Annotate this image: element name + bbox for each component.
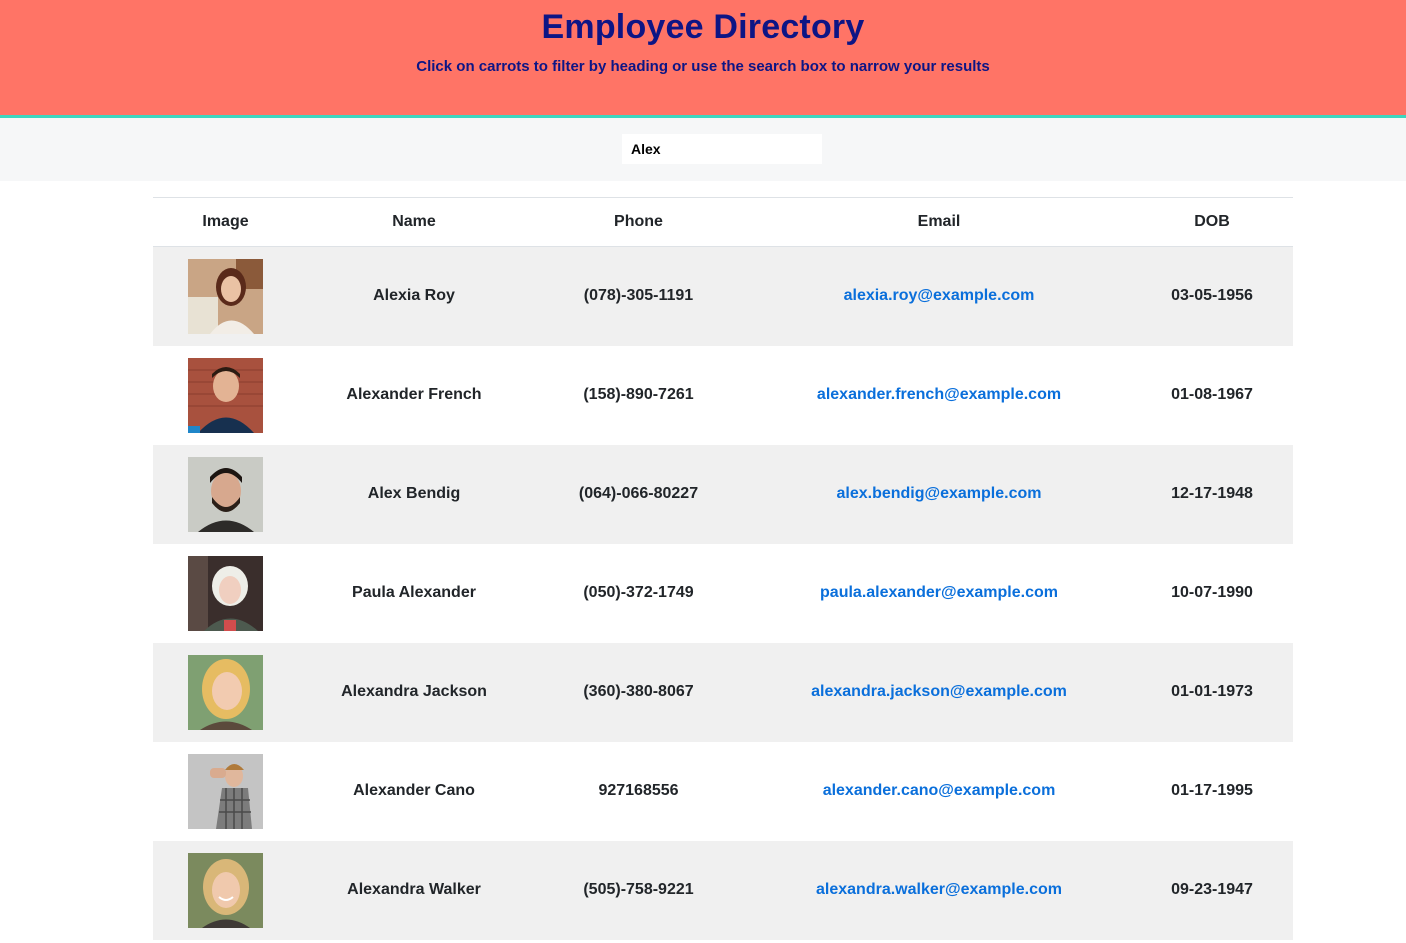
table-row: Alexander Cano 927168556 alexander.cano@ex… xyxy=(153,742,1293,841)
portrait-man-beard-icon xyxy=(188,456,263,532)
employee-email-link[interactable]: alexandra.jackson@example.com xyxy=(811,683,1067,700)
column-header-email[interactable]: Email xyxy=(747,198,1131,247)
employee-email-link[interactable]: alexander.cano@example.com xyxy=(823,782,1056,799)
employee-email-link[interactable]: alexandra.walker@example.com xyxy=(816,881,1062,898)
image-cell xyxy=(153,841,298,940)
email-cell: alex.bendig@example.com xyxy=(747,445,1131,544)
table-row: Paula Alexander (050)-372-1749 paula.alexa… xyxy=(153,544,1293,643)
table-row: Alexandra Jackson (360)-380-8067 alexandra… xyxy=(153,642,1293,742)
employee-phone: (505)-758-9221 xyxy=(583,881,694,898)
table-body: Alexia Roy (078)-305-1191 alexia.roy@examp… xyxy=(153,246,1293,940)
portrait-woman-platinum-hair-icon xyxy=(188,555,263,631)
portrait-woman-brown-hair-icon xyxy=(188,258,263,334)
employee-dob: 01-17-1995 xyxy=(1171,782,1253,799)
employee-email-link[interactable]: alexia.roy@example.com xyxy=(844,287,1035,304)
search-bar xyxy=(0,118,1406,181)
email-cell: alexia.roy@example.com xyxy=(747,247,1131,346)
employee-dob: 12-17-1948 xyxy=(1171,485,1253,502)
employee-email-link[interactable]: alex.bendig@example.com xyxy=(836,485,1041,502)
table-row: Alexandra Walker (505)-758-9221 alexandra.… xyxy=(153,840,1293,940)
page-title: Employee Directory xyxy=(541,8,865,46)
employee-name: Alexia Roy xyxy=(373,287,455,305)
image-cell xyxy=(153,247,298,346)
image-cell xyxy=(153,742,298,841)
image-cell xyxy=(153,346,298,445)
employee-phone: (078)-305-1191 xyxy=(583,287,694,305)
table-row: Alexia Roy (078)-305-1191 alexia.roy@examp… xyxy=(153,246,1293,346)
employee-table: Image Name Phone Email DOB Alexia Roy (07… xyxy=(153,197,1293,940)
column-header-image[interactable]: Image xyxy=(153,198,298,247)
portrait-man-brick-wall-icon xyxy=(188,357,263,433)
table-row: Alex Bendig (064)-066-80227 alex.bendig@ex… xyxy=(153,444,1293,544)
email-cell: alexander.cano@example.com xyxy=(747,742,1131,841)
employee-dob: 10-07-1990 xyxy=(1171,584,1253,601)
image-cell xyxy=(153,544,298,643)
image-cell xyxy=(153,643,298,742)
employee-phone: (158)-890-7261 xyxy=(583,386,694,403)
email-cell: alexandra.walker@example.com xyxy=(747,841,1131,940)
portrait-man-plaid-shirt-icon xyxy=(188,753,263,829)
employee-phone: (360)-380-8067 xyxy=(583,683,694,700)
employee-phone: (064)-066-80227 xyxy=(578,485,699,502)
employee-name: Paula Alexander xyxy=(352,584,476,601)
table-header-row: Image Name Phone Email DOB xyxy=(153,197,1293,247)
employee-dob: 01-01-1973 xyxy=(1171,683,1253,700)
page-header: Employee Directory Click on carrots to f… xyxy=(0,0,1406,118)
employee-dob: 03-05-1956 xyxy=(1171,287,1253,305)
email-cell: paula.alexander@example.com xyxy=(747,544,1131,643)
image-cell xyxy=(153,445,298,544)
employee-name: Alex Bendig xyxy=(367,485,461,502)
employee-name: Alexandra Walker xyxy=(347,881,481,898)
search-input[interactable] xyxy=(622,134,822,164)
column-header-dob[interactable]: DOB xyxy=(1131,198,1293,247)
column-header-phone[interactable]: Phone xyxy=(530,198,747,247)
employee-phone: 927168556 xyxy=(598,782,679,799)
employee-name: Alexander Cano xyxy=(353,782,475,799)
page-subtitle: Click on carrots to filter by heading or… xyxy=(416,58,990,75)
column-header-name[interactable]: Name xyxy=(298,198,530,247)
portrait-woman-smiling-blonde-icon xyxy=(188,852,263,928)
table-row: Alexander French (158)-890-7261 alexander.… xyxy=(153,346,1293,445)
email-cell: alexander.french@example.com xyxy=(747,346,1131,445)
employee-name: Alexandra Jackson xyxy=(341,683,487,700)
employee-phone: (050)-372-1749 xyxy=(583,584,694,601)
employee-email-link[interactable]: paula.alexander@example.com xyxy=(820,584,1058,601)
employee-dob: 09-23-1947 xyxy=(1171,881,1253,898)
employee-dob: 01-08-1967 xyxy=(1171,386,1253,403)
portrait-woman-blonde-icon xyxy=(188,654,263,730)
employee-email-link[interactable]: alexander.french@example.com xyxy=(817,386,1061,403)
employee-name: Alexander French xyxy=(346,386,482,403)
employee-table-container: Image Name Phone Email DOB Alexia Roy (07… xyxy=(153,197,1293,940)
email-cell: alexandra.jackson@example.com xyxy=(747,643,1131,742)
